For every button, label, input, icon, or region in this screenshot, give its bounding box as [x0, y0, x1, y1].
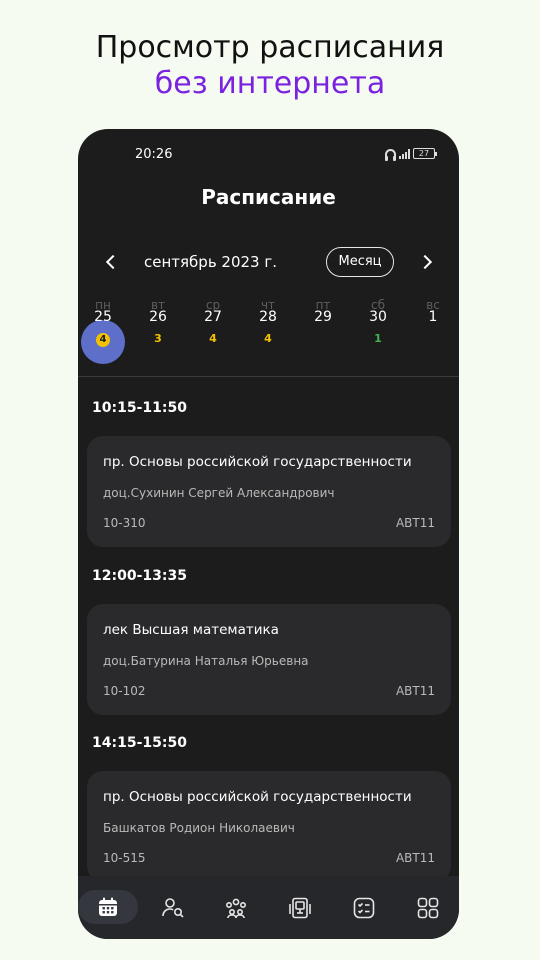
lesson-subject: лек Высшая математика — [103, 622, 279, 638]
lesson-subject: пр. Основы российской государственности — [103, 454, 412, 470]
lesson-card[interactable]: лек Высшая математика доц.Батурина Натал… — [87, 604, 451, 715]
lesson-teacher: доц.Сухинин Сергей Александрович — [103, 486, 335, 500]
lesson-count-badge: 4 — [81, 332, 125, 347]
phone-screen: 20:26 27 Расписание сентябрь 2023 г. Мес… — [78, 129, 459, 939]
lesson-teacher: Башкатов Родион Николаевич — [103, 821, 295, 835]
status-icons: 27 — [385, 148, 437, 161]
nav-more[interactable] — [397, 890, 457, 924]
month-label: сентябрь 2023 г. — [144, 253, 278, 271]
nav-teacher-search[interactable] — [142, 890, 202, 924]
lesson-card[interactable]: пр. Основы российской государственности … — [87, 771, 451, 882]
day-cell[interactable]: вт 26 3 — [136, 297, 180, 345]
nav-schedule[interactable] — [78, 890, 138, 924]
nav-groups[interactable] — [205, 890, 265, 924]
lesson-room: 10-515 — [103, 851, 146, 865]
day-cell[interactable]: ср 27 4 — [191, 297, 235, 345]
promo-line-1: Просмотр расписания — [95, 30, 445, 65]
status-bar: 20:26 27 — [78, 147, 459, 165]
day-cell[interactable]: пн 25 4 — [81, 297, 125, 364]
lesson-time: 12:00-13:35 — [92, 568, 187, 584]
lesson-subject: пр. Основы российской государственности — [103, 789, 412, 805]
day-number: 1 — [428, 309, 438, 325]
lesson-group: АВТ11 — [395, 684, 435, 698]
promo-heading: Просмотр расписания без интернета — [0, 30, 540, 102]
day-number: 28 — [259, 309, 277, 325]
lesson-count: 4 — [96, 333, 110, 347]
lesson-room: 10-310 — [103, 516, 146, 530]
more-grid-icon — [417, 897, 439, 919]
day-number: 27 — [204, 309, 222, 325]
nav-tasks[interactable] — [333, 890, 393, 924]
lesson-teacher: доц.Батурина Наталья Юрьевна — [103, 654, 309, 668]
day-number: 25 — [94, 309, 112, 325]
day-cell[interactable]: вс 1 — [411, 297, 455, 325]
lesson-count: 3 — [154, 332, 162, 345]
lesson-card[interactable]: пр. Основы российской государственности … — [87, 436, 451, 547]
view-mode-button[interactable]: Месяц — [326, 247, 394, 277]
lesson-time: 10:15-11:50 — [92, 400, 187, 416]
tasks-checklist-icon — [353, 897, 375, 919]
lesson-count: 4 — [264, 332, 272, 345]
battery-icon: 27 — [413, 148, 437, 159]
groups-icon — [225, 898, 246, 919]
headphones-icon — [385, 148, 396, 161]
month-navigation: сентябрь 2023 г. Месяц — [78, 247, 459, 277]
page-title: Расписание — [201, 185, 336, 209]
lesson-count: 1 — [374, 332, 382, 345]
chevron-right-icon[interactable] — [418, 253, 436, 271]
classroom-icon — [289, 897, 311, 919]
lesson-room: 10-102 — [103, 684, 146, 698]
signal-icon — [399, 148, 410, 159]
day-cell[interactable]: чт 28 4 — [246, 297, 290, 345]
teacher-search-icon — [162, 898, 184, 918]
status-time: 20:26 — [135, 147, 173, 162]
lesson-group: АВТ11 — [395, 516, 435, 530]
day-cell[interactable]: сб 30 1 — [356, 297, 400, 345]
nav-classrooms[interactable] — [269, 890, 329, 924]
promo-line-2: без интернета — [154, 66, 386, 101]
calendar-divider — [78, 376, 459, 377]
lesson-group: АВТ11 — [395, 851, 435, 865]
lesson-time: 14:15-15:50 — [92, 735, 187, 751]
chevron-left-icon[interactable] — [102, 253, 120, 271]
bottom-navigation — [78, 876, 459, 939]
calendar-icon — [99, 897, 117, 916]
day-cell[interactable]: пт 29 — [301, 297, 345, 325]
day-number: 30 — [369, 309, 387, 325]
day-number: 29 — [314, 309, 332, 325]
lesson-count: 4 — [209, 332, 217, 345]
day-number: 26 — [149, 309, 167, 325]
